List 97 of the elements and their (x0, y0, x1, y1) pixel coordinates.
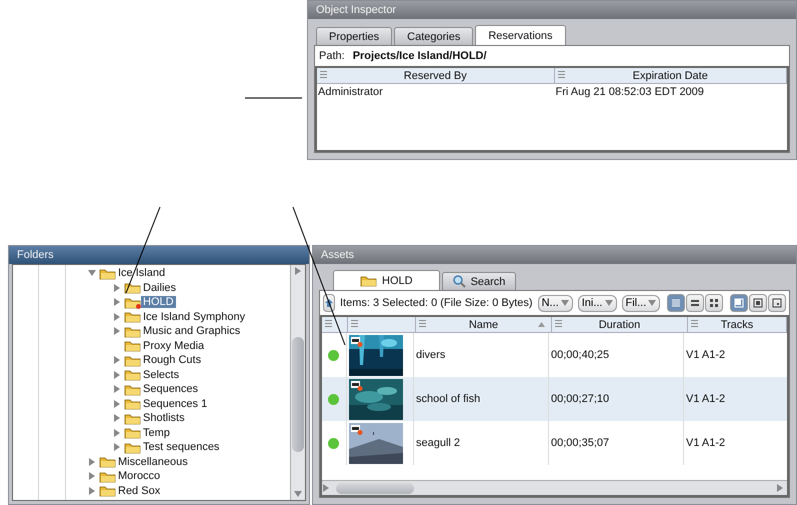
folder-item[interactable]: Red Sox (116, 484, 162, 497)
column-menu-icon[interactable] (419, 320, 426, 327)
folder-icon (124, 281, 141, 294)
column-header[interactable]: Reserved By (317, 68, 555, 83)
folder-item[interactable]: Shotlists (141, 412, 187, 424)
reserved-dot-icon (136, 304, 141, 309)
folder-icon (99, 470, 116, 483)
dropdown[interactable]: Fil... (622, 294, 660, 312)
thumbnail-size-icon (734, 298, 744, 308)
column-header[interactable]: Name (416, 317, 552, 332)
scrollbar-thumb[interactable] (336, 482, 414, 494)
tab[interactable]: Search (442, 272, 516, 290)
folder-icon (124, 368, 141, 382)
tab[interactable]: HOLD (333, 270, 440, 290)
thumbnail-size-icon (772, 298, 782, 308)
folder-item[interactable]: Selects (141, 368, 182, 381)
column-menu-icon[interactable] (558, 71, 565, 78)
scroll-up-icon[interactable] (294, 267, 302, 275)
folder-item[interactable]: Ice Island (116, 267, 168, 280)
folder-item[interactable]: Temp (141, 426, 172, 439)
grid-view-icon (709, 298, 720, 308)
video-clip-icon (351, 380, 363, 390)
path-label: Path: (319, 50, 345, 62)
column-menu-icon[interactable] (320, 71, 327, 78)
folder-icon (124, 339, 141, 352)
table-cell-text: Administrator (317, 86, 384, 98)
scroll-right-icon[interactable] (776, 484, 784, 492)
dropdown-arrow-icon[interactable] (560, 299, 569, 307)
list-view-icon (671, 298, 682, 308)
folder-item[interactable]: Miscellaneous (116, 456, 190, 468)
folder-item[interactable]: Sequences 1 (141, 398, 210, 410)
table-cell-text: V1 A1-2 (685, 348, 726, 363)
column-menu-icon[interactable] (351, 320, 358, 327)
folder-icon (99, 455, 116, 468)
scroll-down-icon[interactable] (294, 490, 302, 498)
folder-icon (124, 324, 141, 338)
folder-icon (124, 426, 141, 440)
folder-icon (124, 310, 141, 324)
table-cell: seagull 2 (414, 421, 549, 465)
folder-icon (124, 440, 141, 454)
folder-item[interactable]: Sequences (141, 383, 200, 396)
collapse-arrow-icon[interactable] (88, 269, 96, 278)
folder-item[interactable]: Ice Island Symphony (141, 310, 248, 323)
panel-title: Assets (313, 246, 796, 264)
folder-icon (124, 412, 141, 425)
folder-item[interactable]: Test sequences (141, 441, 222, 454)
column-header[interactable]: Expiration Date (554, 68, 787, 83)
column-menu-icon[interactable] (325, 320, 332, 327)
tab[interactable]: Reservations (475, 25, 566, 45)
vertical-scrollbar[interactable] (290, 265, 305, 500)
item-summary: Items: 3 Selected: 0 (File Size: 0 Bytes) (340, 297, 533, 309)
column-header[interactable] (322, 317, 348, 332)
details-view-icon (690, 298, 700, 308)
view-button[interactable] (705, 294, 724, 312)
table-cell: 00;00;35;07 (549, 421, 684, 465)
dropdown-arrow-icon[interactable] (604, 299, 612, 307)
panel-title: Object Inspector (308, 1, 796, 19)
folder-icon (124, 382, 141, 396)
up-arrow-icon (324, 298, 334, 308)
scroll-left-icon[interactable] (322, 484, 330, 492)
thumbnail-size-icon (753, 298, 764, 308)
folder-icon (124, 397, 141, 410)
table-cell-text: Fri Aug 21 08:52:03 EDT 2009 (554, 86, 705, 98)
horizontal-scrollbar[interactable] (322, 480, 787, 495)
folder-item[interactable]: Music and Graphics (141, 325, 242, 338)
up-folder-button[interactable] (323, 294, 335, 312)
path-value: Projects/Ice Island/HOLD/ (352, 50, 487, 62)
tab[interactable]: Properties (316, 27, 392, 45)
folder-item[interactable]: Rough Cuts (141, 354, 204, 366)
column-menu-icon[interactable] (691, 320, 698, 327)
column-menu-icon[interactable] (555, 320, 562, 327)
sort-ascending-icon (538, 322, 545, 327)
folder-icon (124, 354, 141, 367)
size-button[interactable] (749, 294, 768, 312)
folder-icon (99, 484, 116, 498)
column-header[interactable]: Duration (552, 317, 688, 332)
dropdown-arrow-icon[interactable] (648, 299, 656, 307)
dropdown[interactable]: N... (538, 294, 573, 312)
folder-item[interactable]: HOLD (141, 296, 176, 308)
dropdown[interactable]: Ini... (578, 294, 616, 312)
search-icon (452, 275, 466, 288)
folder-icon (99, 266, 116, 280)
folder-item[interactable]: Morocco (116, 470, 162, 482)
view-button[interactable] (686, 294, 704, 312)
table-cell-text: V1 A1-2 (685, 392, 726, 407)
folder-icon (124, 296, 141, 309)
size-button[interactable] (768, 294, 786, 312)
folder-item[interactable]: Dailies (141, 282, 178, 294)
folder-item[interactable]: Proxy Media (141, 340, 206, 352)
folder-icon (360, 274, 377, 287)
video-clip-icon (351, 336, 363, 346)
tab[interactable]: Categories (394, 27, 474, 45)
column-header[interactable]: Tracks (688, 317, 787, 332)
panel-title: Folders (9, 246, 309, 264)
scrollbar-thumb[interactable] (292, 337, 304, 452)
table-cell-text: V1 A1-2 (685, 436, 726, 451)
video-clip-icon (351, 424, 363, 434)
